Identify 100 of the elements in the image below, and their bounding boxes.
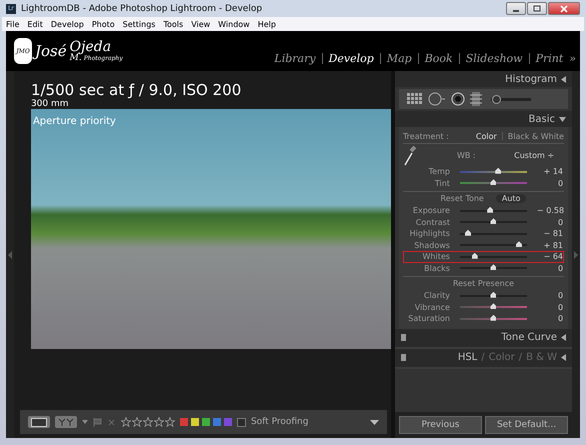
menu-item[interactable]: Develop [50, 20, 84, 28]
slider-value: − 0.58 [537, 206, 564, 216]
exposure-mode-info: Aperture priority [32, 116, 116, 127]
menu-item[interactable]: View [191, 20, 210, 28]
collapse-arrow-icon[interactable] [561, 354, 566, 361]
wb-label: WB : [456, 150, 477, 160]
module-tab[interactable]: Develop [328, 52, 374, 64]
loupe-view-button[interactable] [28, 416, 50, 428]
graduated-filter-icon[interactable] [470, 92, 482, 106]
brush-slider[interactable] [490, 98, 531, 100]
expand-arrow-icon[interactable] [559, 116, 566, 122]
menu-item[interactable]: Photo [92, 20, 115, 28]
menu-item[interactable]: Window [218, 20, 250, 28]
slider-label: Shadows [413, 240, 450, 250]
slider-label: Exposure [412, 206, 450, 216]
close-button[interactable] [548, 2, 580, 15]
panel-switch-icon[interactable] [400, 354, 406, 361]
color-label-swatch[interactable] [180, 418, 188, 426]
treatment-option[interactable]: Color [476, 132, 497, 140]
slider-value: + 14 [542, 167, 564, 176]
soft-proofing-checkbox[interactable] [236, 418, 246, 426]
slider-label: Saturation [407, 314, 450, 324]
slider-label: Contrast [414, 218, 450, 227]
minimize-button[interactable] [506, 2, 526, 15]
module-tab[interactable]: Library [274, 52, 316, 64]
tab-separator: / [481, 352, 485, 363]
slider-thumb[interactable] [490, 218, 496, 224]
focal-length-info: 300 mm [30, 99, 70, 109]
menu-item[interactable]: Settings [122, 20, 156, 28]
panel-title[interactable]: Tone Curve [501, 332, 558, 343]
treatment-option[interactable]: Black & White [508, 132, 564, 140]
slider-thumb[interactable] [490, 303, 496, 310]
slider-track[interactable] [460, 306, 528, 308]
menu-item[interactable]: Edit [27, 20, 43, 28]
dropdown-caret-icon[interactable] [82, 420, 88, 424]
module-tab[interactable]: Print [536, 52, 564, 64]
collapse-arrow-icon[interactable] [561, 334, 566, 341]
slider-track[interactable] [460, 170, 528, 173]
slider-label: Clarity [422, 291, 450, 300]
slider-value: − 64 [542, 252, 564, 262]
module-tab[interactable]: Map [386, 52, 412, 64]
reset-presence-button[interactable]: Reset Presence [452, 279, 514, 288]
slider-value: − 81 [542, 229, 564, 238]
toolbar-menu-caret-icon[interactable] [370, 420, 379, 424]
slider-value: 0 [556, 302, 564, 312]
slider-label: Blacks [423, 264, 450, 273]
slider-thumb[interactable] [465, 230, 471, 236]
module-tab[interactable]: Book [424, 52, 453, 64]
auto-button[interactable]: Auto [496, 194, 526, 203]
maximize-button[interactable] [527, 2, 547, 15]
panel-switch-icon[interactable] [400, 334, 406, 341]
wb-preset-dropdown[interactable]: Custom ÷ [514, 150, 554, 160]
slider-thumb[interactable] [490, 179, 496, 186]
more-modules-button[interactable]: » [569, 52, 576, 64]
tab-separator: / [518, 352, 522, 363]
panel-title[interactable]: Basic [528, 114, 556, 124]
treatment-label: Treatment : [402, 132, 450, 140]
color-label-swatch[interactable] [212, 418, 221, 426]
slider-value: 0 [556, 264, 564, 273]
crop-grid-icon[interactable] [406, 93, 423, 105]
slider-label: Temp [428, 167, 450, 176]
slider-label: Whites [422, 252, 450, 262]
panel-button[interactable]: Previous [398, 416, 482, 434]
slider-label: Highlights [408, 229, 450, 238]
slider-track[interactable] [460, 318, 528, 320]
maximize-icon [533, 5, 541, 12]
color-label-swatch[interactable] [224, 418, 232, 426]
slider-thumb[interactable] [490, 314, 496, 321]
soft-proofing-label: Soft Proofing [250, 417, 308, 427]
slider-thumb[interactable] [490, 264, 496, 270]
compare-view-button[interactable] [54, 416, 77, 428]
spot-removal-icon[interactable] [428, 92, 446, 106]
slider-thumb[interactable] [472, 252, 478, 259]
slider-value: 0 [556, 218, 564, 227]
slider-value: 0 [556, 291, 564, 300]
window-title: LightroomDB - Adobe Photoshop Lightroom - Develop [21, 4, 264, 14]
slider-thumb[interactable] [487, 206, 494, 213]
collapse-arrow-icon[interactable] [561, 76, 566, 82]
identity-name: José [35, 42, 67, 60]
identity-initials: M. [70, 54, 82, 62]
slider-track[interactable] [460, 182, 528, 184]
slider-value: + 81 [542, 240, 564, 250]
eyedropper-icon[interactable] [402, 144, 417, 166]
slider-thumb[interactable] [490, 292, 496, 298]
slider-label: Tint [434, 178, 450, 188]
target-icon[interactable] [450, 92, 465, 106]
menu-item[interactable]: Help [258, 20, 276, 28]
slider-thumb[interactable] [495, 168, 502, 174]
reset-tone-button[interactable]: Reset Tone [440, 194, 484, 203]
menu-item[interactable]: File [6, 20, 20, 28]
slider-label: Vibrance [414, 302, 450, 312]
panel-button[interactable]: Set Default... [485, 416, 568, 434]
module-tab[interactable]: Slideshow [466, 52, 523, 64]
color-label-swatch[interactable] [202, 418, 210, 426]
slider-value: 0 [556, 314, 564, 324]
color-label-swatch[interactable] [190, 418, 199, 426]
star-rating[interactable] [120, 417, 175, 427]
menu-item[interactable]: Tools [163, 20, 184, 28]
slider-thumb[interactable] [516, 241, 522, 248]
panel-tab[interactable]: HSL [458, 352, 478, 363]
